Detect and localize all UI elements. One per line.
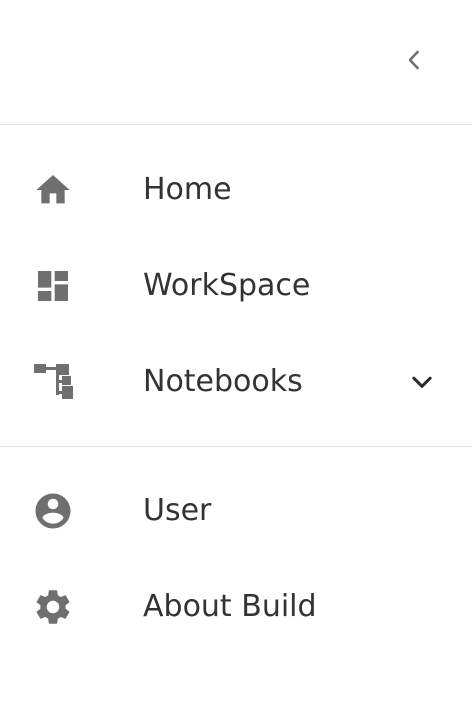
sidebar-item-label: About Build — [143, 589, 317, 624]
sidebar-item-home[interactable]: Home — [0, 142, 472, 238]
sidebar-item-label: Home — [143, 172, 232, 207]
section-divider — [0, 446, 472, 447]
sidebar-item-notebooks[interactable]: Notebooks — [0, 334, 472, 430]
sidebar-item-label: User — [143, 493, 212, 528]
sidebar-item-user[interactable]: User — [0, 463, 472, 559]
sidebar-item-label: Notebooks — [143, 364, 303, 399]
gear-icon — [32, 587, 74, 627]
sidebar-item-about-build[interactable]: About Build — [0, 559, 472, 655]
account-circle-icon — [32, 491, 74, 531]
dashboard-icon — [32, 266, 74, 306]
chevron-down-icon — [412, 376, 432, 388]
drawer-header — [0, 0, 472, 124]
expand-notebooks-button[interactable] — [402, 362, 442, 402]
collapse-drawer-button[interactable] — [394, 40, 434, 80]
sidebar-item-label: WorkSpace — [143, 268, 311, 303]
sidebar-item-workspace[interactable]: WorkSpace — [0, 238, 472, 334]
tree-structure-icon — [32, 362, 74, 402]
chevron-left-icon — [408, 50, 419, 70]
navigation-drawer: Home WorkSpace Notebooks User About Buil… — [0, 0, 472, 718]
home-icon — [32, 170, 74, 210]
top-divider — [0, 124, 472, 125]
